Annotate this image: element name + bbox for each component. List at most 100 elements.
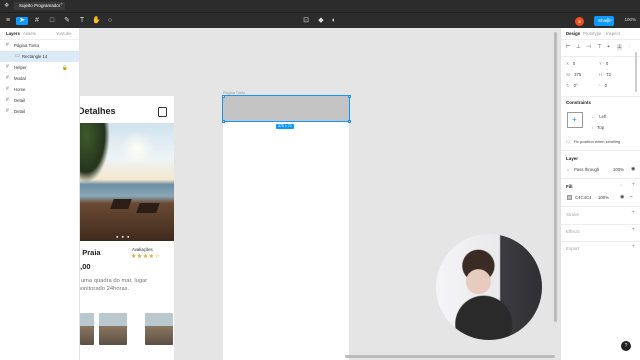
pen-tool-icon[interactable]: ✎ xyxy=(63,17,71,25)
present-icon[interactable]: ▷ xyxy=(606,17,614,25)
shape-tool-icon[interactable]: □ xyxy=(48,17,56,25)
align-left-icon[interactable]: ⊢ xyxy=(566,44,571,50)
comment-tool-icon[interactable]: ○ xyxy=(106,17,114,25)
new-tab-icon[interactable]: + xyxy=(60,2,64,8)
divider xyxy=(561,56,640,57)
help-icon[interactable]: ? xyxy=(621,341,631,351)
selected-rectangle[interactable] xyxy=(222,95,350,122)
layer-item[interactable]: # Helper 🔒 xyxy=(0,62,79,73)
width-field[interactable]: W 375 xyxy=(566,72,581,77)
layer-label: Modal xyxy=(14,76,26,81)
tab-design[interactable]: Design xyxy=(566,31,580,36)
hero-image: ● ● ● xyxy=(80,123,174,241)
divider xyxy=(561,206,640,207)
export-title: Export xyxy=(566,246,580,251)
layer-item[interactable]: # Detail xyxy=(0,106,79,117)
figma-menu-icon[interactable]: ❖ xyxy=(4,2,9,9)
component-icon[interactable]: ◆ xyxy=(317,17,325,25)
layer-label: Página Tonto xyxy=(14,43,40,48)
align-hcenter-icon[interactable]: ⊥ xyxy=(576,44,581,50)
crop-icon[interactable]: ⊡ xyxy=(302,17,310,25)
y-field[interactable]: Y0 xyxy=(599,61,608,66)
style-icon[interactable]: ⁘ xyxy=(619,183,623,189)
lock-icon[interactable]: 🔒 xyxy=(62,62,68,73)
resize-handle[interactable] xyxy=(347,119,351,123)
tab-youtube[interactable]: Youtube xyxy=(56,31,72,36)
distribute-icon[interactable]: ⋮ xyxy=(627,44,633,50)
rectangle-icon: ▭ xyxy=(15,53,20,59)
horizontal-constraint[interactable]: ↔ Left xyxy=(591,114,606,119)
star-rating: ★★★★☆ xyxy=(131,254,161,260)
main-menu-icon[interactable]: ≡ xyxy=(4,17,12,25)
hand-tool-icon[interactable]: ✋ xyxy=(92,17,101,25)
frame-icon: # xyxy=(6,75,9,81)
add-effect-icon[interactable]: + xyxy=(631,227,635,233)
add-fill-icon[interactable]: + xyxy=(631,182,635,188)
file-tab[interactable]: Sujeito Programador xyxy=(14,2,66,10)
divider xyxy=(561,178,640,179)
frame-icon: # xyxy=(6,86,9,92)
layer-item-selected[interactable]: ▭ Rectangle 14 xyxy=(0,51,79,62)
height-field[interactable]: H 72 xyxy=(599,72,611,77)
fill-title: Fill xyxy=(566,184,573,189)
frame-icon: # xyxy=(6,97,9,103)
webcam-overlay xyxy=(436,234,542,340)
detail-frame[interactable]: Detalhes ● ● ● e Praia Avaliações ★★★★☆ … xyxy=(80,96,174,360)
frame-tool-icon[interactable]: # xyxy=(33,17,41,25)
tab-layers[interactable]: Layers xyxy=(6,31,20,36)
constraints-title: Constraints xyxy=(566,100,592,105)
thumbnail-image xyxy=(80,313,94,345)
frame-label[interactable]: Página Tonto xyxy=(223,91,245,95)
rotation-field[interactable]: ↻ 0° xyxy=(566,83,578,89)
page-title: Detalhes xyxy=(80,106,116,116)
canvas[interactable]: Detalhes ● ● ● e Praia Avaliações ★★★★☆ … xyxy=(80,28,560,360)
layer-item[interactable]: # Home xyxy=(0,84,79,95)
x-field[interactable]: X0 xyxy=(566,61,575,66)
remove-fill-icon[interactable]: − xyxy=(630,194,633,200)
panel-scrollbar[interactable] xyxy=(635,52,637,92)
layer-item[interactable]: # Detail xyxy=(0,95,79,106)
resize-handle[interactable] xyxy=(221,94,225,98)
lounge-chair xyxy=(136,203,160,213)
tab-inspect[interactable]: Inspect xyxy=(606,31,620,36)
zoom-level[interactable]: 100% xyxy=(624,17,636,22)
move-tool-icon[interactable]: ➤ xyxy=(16,17,28,25)
resize-handle[interactable] xyxy=(221,119,225,123)
align-vcenter-icon[interactable]: + xyxy=(607,44,610,50)
eye-icon[interactable]: ◉ xyxy=(631,166,635,172)
pagina-tonto-frame[interactable] xyxy=(223,96,349,360)
fix-scroll-checkbox[interactable]: ☐ Fix position when scrolling xyxy=(566,139,620,144)
align-bottom-icon[interactable]: ⊥ xyxy=(617,44,622,50)
add-export-icon[interactable]: + xyxy=(631,244,635,250)
layer-label: Helper xyxy=(14,65,27,70)
contrast-icon[interactable]: ◐ xyxy=(330,17,338,25)
blend-mode-select[interactable]: ☼ Pass through xyxy=(566,167,599,172)
fill-opacity[interactable]: 100% xyxy=(598,195,609,200)
layer-opacity[interactable]: 100% xyxy=(613,167,624,172)
horizontal-scrollbar[interactable] xyxy=(345,355,555,358)
constraints-widget[interactable]: + xyxy=(567,112,583,128)
text-tool-icon[interactable]: T xyxy=(78,17,86,25)
eye-icon[interactable]: ◉ xyxy=(620,194,624,200)
layer-item[interactable]: # Página Tonto xyxy=(0,40,79,51)
dimension-badge: 375 × 72 xyxy=(276,124,294,129)
tab-prototype[interactable]: Prototype xyxy=(583,31,601,36)
divider xyxy=(561,150,640,151)
layers-panel-tabs: Layers Assets Youtube xyxy=(0,28,79,40)
radius-field[interactable]: ◜ 0 xyxy=(599,83,607,89)
layer-title: Layer xyxy=(566,156,579,161)
resize-handle[interactable] xyxy=(347,94,351,98)
align-top-icon[interactable]: ⊤ xyxy=(597,44,602,50)
fill-color-swatch[interactable] xyxy=(567,195,572,200)
align-right-icon[interactable]: ⊣ xyxy=(586,44,591,50)
tab-assets[interactable]: Assets xyxy=(23,31,36,36)
description: a uma quadra do mar, lugar monitorado 24… xyxy=(80,278,148,292)
fill-hex[interactable]: C4C4C4 xyxy=(575,195,591,200)
vertical-constraint[interactable]: ↕ Top xyxy=(591,125,604,130)
vertical-scrollbar[interactable] xyxy=(554,32,557,322)
add-stroke-icon[interactable]: + xyxy=(631,210,635,216)
palm-tree xyxy=(80,123,110,183)
layer-item[interactable]: # Modal xyxy=(0,73,79,84)
lounge-chair xyxy=(110,199,132,209)
avatar[interactable]: S xyxy=(575,16,584,26)
